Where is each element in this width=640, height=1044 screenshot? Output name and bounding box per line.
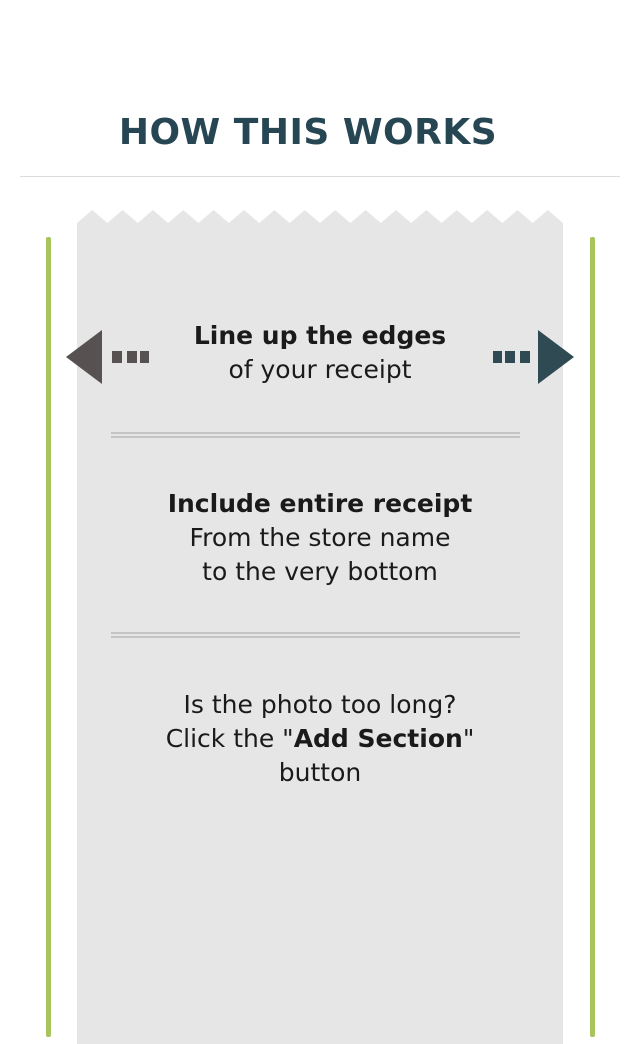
step-text: of your receipt [228,355,412,384]
section-divider [111,432,520,438]
step-line-up-edges: Line up the edges of your receipt [77,319,563,387]
step-text: Is the photo too long? [183,690,457,719]
page-title: HOW THIS WORKS [118,112,498,153]
step-text: to the very bottom [202,557,438,586]
left-edge-guide [46,237,51,1037]
step-add-section: Is the photo too long? Click the "Add Se… [77,688,563,790]
header-divider [20,176,620,177]
receipt-torn-edge [77,210,563,225]
step-text: Click the " [165,724,294,753]
step-text: From the store name [189,523,451,552]
step-text: button [278,758,362,787]
step-include-entire: Include entire receipt From the store na… [77,487,563,589]
step-heading: Line up the edges [193,321,447,350]
step-text: " [462,724,475,753]
add-section-label: Add Section [293,724,463,753]
right-edge-guide [590,237,595,1037]
section-divider [111,632,520,638]
step-heading: Include entire receipt [167,489,473,518]
